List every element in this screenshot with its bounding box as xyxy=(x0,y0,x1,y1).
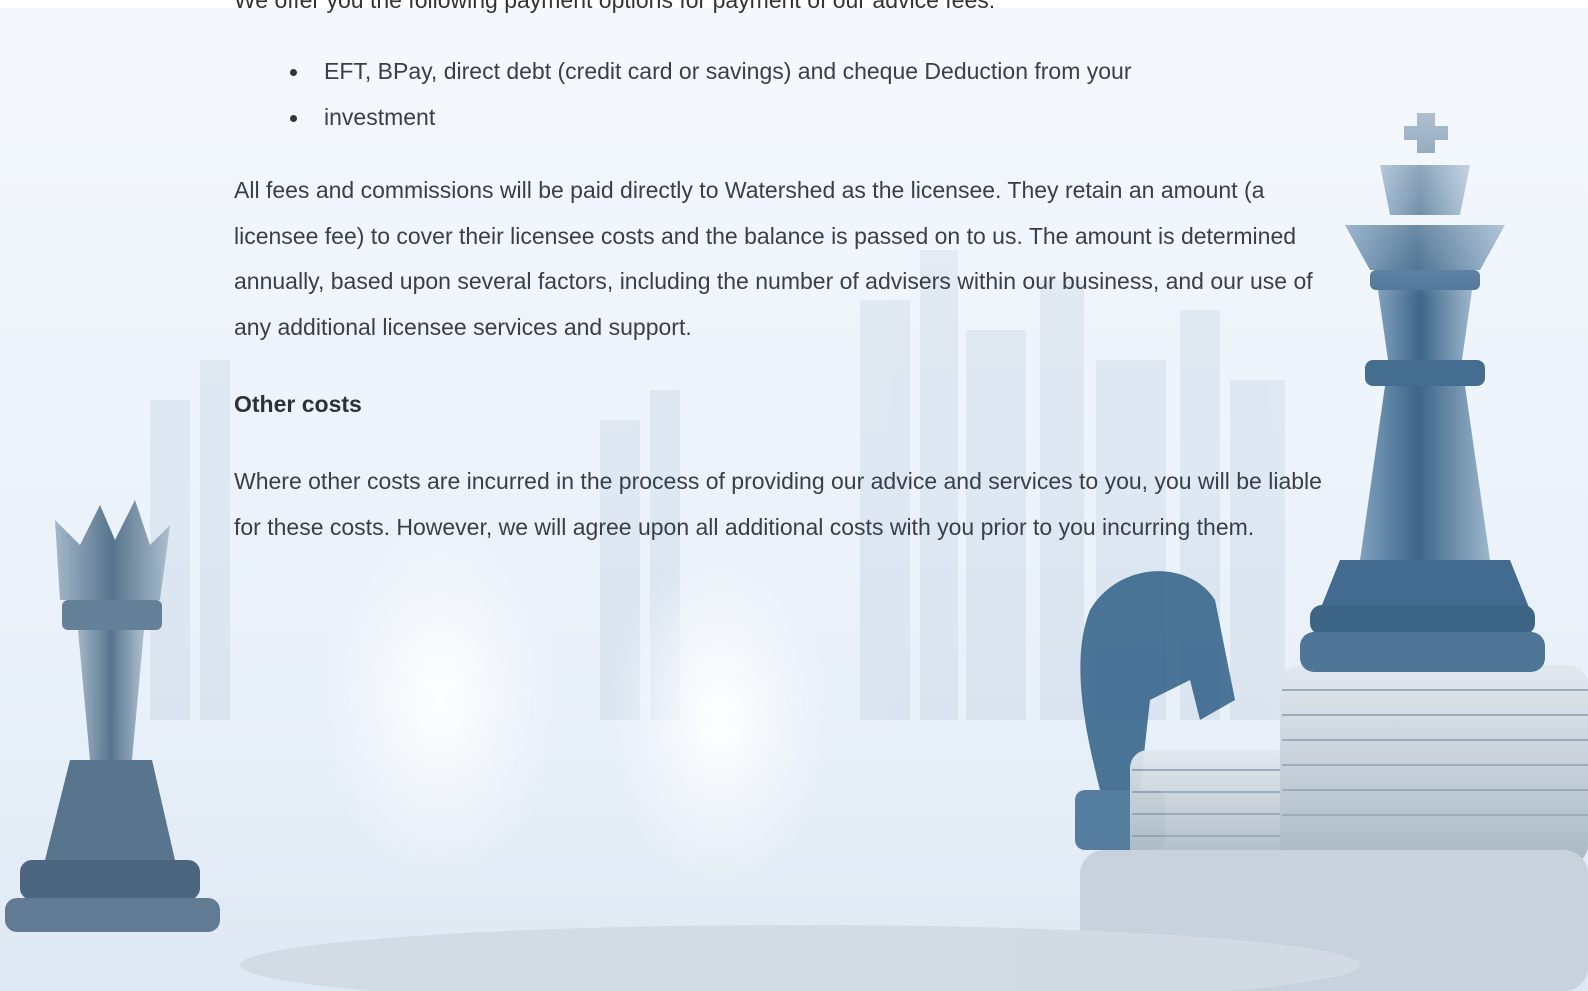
list-item: investment xyxy=(234,94,1132,140)
bullet-dot-icon xyxy=(290,69,297,76)
other-costs-heading: Other costs xyxy=(234,391,362,417)
document-page: We offer you the following payment optio… xyxy=(0,0,1588,991)
list-item-text: EFT, BPay, direct debt (credit card or s… xyxy=(324,58,1132,84)
list-item-text: investment xyxy=(324,104,436,130)
fees-paragraph: All fees and commissions will be paid di… xyxy=(234,177,1313,340)
cut-off-line: We offer you the following payment optio… xyxy=(234,0,996,13)
other-costs-paragraph: Where other costs are incurred in the pr… xyxy=(234,468,1322,540)
list-item: EFT, BPay, direct debt (credit card or s… xyxy=(234,48,1132,94)
bullet-dot-icon xyxy=(290,115,297,122)
payment-options-list: EFT, BPay, direct debt (credit card or s… xyxy=(234,48,1132,140)
